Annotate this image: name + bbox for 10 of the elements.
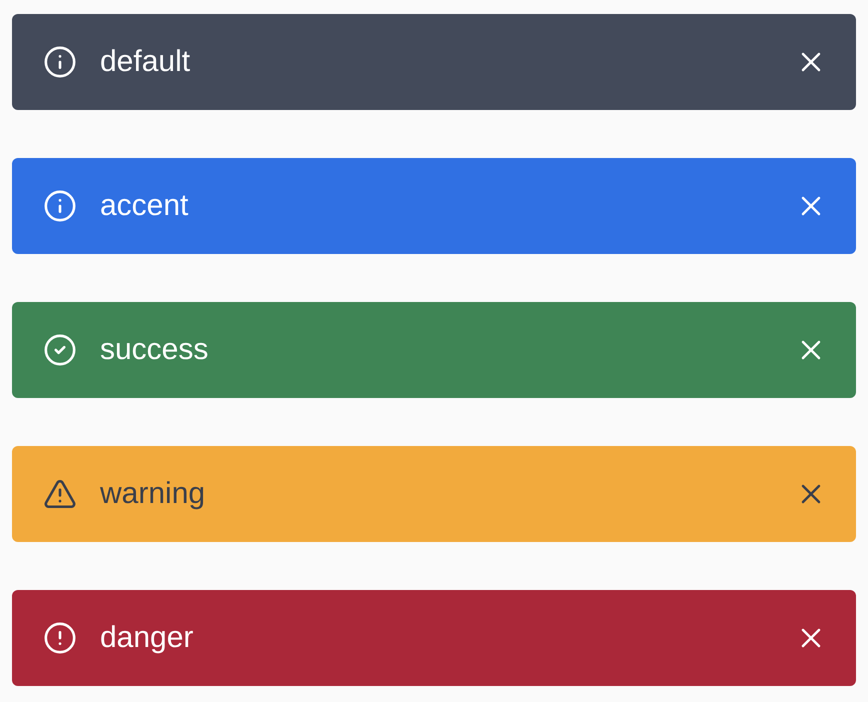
alert-label: warning [100, 479, 206, 509]
exclamation-circle-icon [43, 621, 77, 655]
info-icon [43, 45, 77, 79]
check-circle-icon [43, 333, 77, 367]
warning-icon [43, 477, 77, 511]
info-icon [43, 189, 77, 223]
alert-label: accent [100, 191, 190, 221]
alert-label: success [100, 335, 210, 365]
alert-label: default [100, 47, 192, 77]
alert-label: danger [100, 623, 194, 653]
